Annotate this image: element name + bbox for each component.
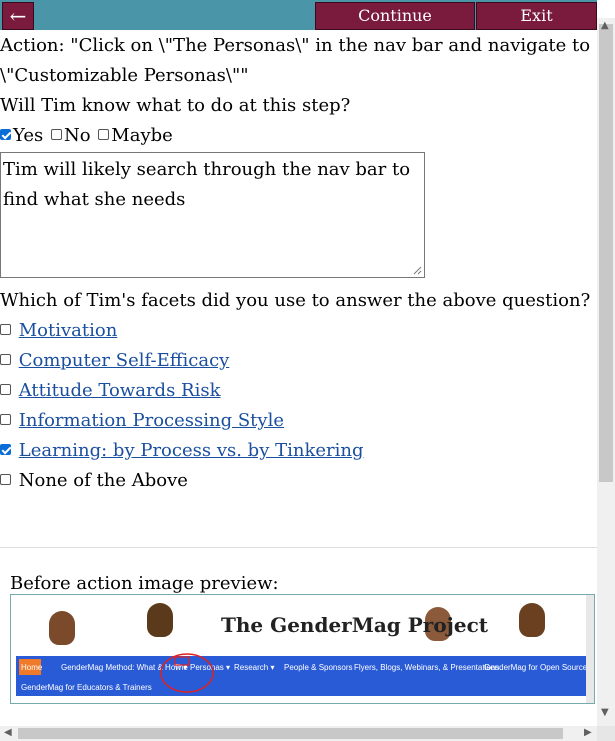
section-divider <box>0 547 597 548</box>
scroll-right-arrow-icon[interactable]: ▶ <box>584 727 592 738</box>
facet-item: Motivation <box>0 320 117 341</box>
facet-item: Attitude Towards Risk <box>0 380 221 401</box>
persona-face-icon <box>147 603 173 637</box>
facet-link-self-efficacy[interactable]: Computer Self-Efficacy <box>19 350 230 371</box>
preview-label: Before action image preview: <box>10 573 279 594</box>
before-action-image-preview: The GenderMag Project Home GenderMag Met… <box>10 594 595 704</box>
preview-scrollbar <box>586 595 594 703</box>
facet-link-learning[interactable]: Learning: by Process vs. by Tinkering <box>19 440 364 461</box>
facet-checkbox-risk[interactable] <box>0 384 11 395</box>
response-text: Tim will likely search through the nav b… <box>3 159 411 210</box>
yes-label: Yes <box>13 125 44 146</box>
vertical-scrollbar[interactable] <box>597 18 615 726</box>
maybe-checkbox[interactable] <box>98 129 110 140</box>
action-text-line-2: \"Customizable Personas\"" <box>0 65 249 86</box>
preview-nav-flyers: Flyers, Blogs, Webinars, & Presentations <box>354 663 500 672</box>
yes-checkbox[interactable] <box>0 129 11 140</box>
facet-item: Learning: by Process vs. by Tinkering <box>0 440 363 461</box>
facet-label-none: None of the Above <box>18 470 188 491</box>
preview-nav-home: Home <box>21 663 43 672</box>
persona-face-icon <box>519 603 545 637</box>
no-checkbox[interactable] <box>50 129 62 140</box>
question-text: Will Tim know what to do at this step? <box>0 95 351 116</box>
facet-checkbox-motivation[interactable] <box>0 324 11 335</box>
horizontal-scroll-thumb[interactable] <box>18 728 563 739</box>
facet-item: None of the Above <box>0 470 188 491</box>
preview-nav-open-source: GenderMag for Open Source <box>484 663 588 672</box>
back-button[interactable]: ← <box>2 2 34 30</box>
facet-link-info-processing[interactable]: Information Processing Style <box>19 410 284 431</box>
facet-checkbox-learning[interactable] <box>0 444 11 455</box>
action-text-line-1: Action: "Click on \"The Personas\" in th… <box>0 35 591 56</box>
maybe-label: Maybe <box>111 125 173 146</box>
resize-handle-icon[interactable] <box>413 266 422 275</box>
facet-checkbox-self-efficacy[interactable] <box>0 354 11 365</box>
vertical-scroll-thumb[interactable] <box>599 24 613 482</box>
annotation-circle-icon <box>160 653 214 693</box>
preview-nav-research: Research ▾ <box>234 663 275 672</box>
scrollbar-corner <box>597 726 615 741</box>
scroll-left-arrow-icon[interactable]: ◀ <box>4 727 12 738</box>
continue-button[interactable]: Continue <box>315 2 475 30</box>
exit-button[interactable]: Exit <box>476 2 597 30</box>
facet-checkbox-none[interactable] <box>0 474 11 485</box>
facet-link-motivation[interactable]: Motivation <box>19 320 118 341</box>
response-textarea[interactable]: Tim will likely search through the nav b… <box>0 152 425 278</box>
preview-nav-bar: Home GenderMag Method: What & How ▾ The … <box>16 656 588 696</box>
persona-face-icon <box>49 611 75 645</box>
scroll-up-arrow-icon[interactable]: ▲ <box>601 20 609 31</box>
scroll-down-arrow-icon[interactable]: ▼ <box>601 707 609 718</box>
facet-checkbox-info-processing[interactable] <box>0 414 11 425</box>
facet-item: Information Processing Style <box>0 410 284 431</box>
facet-item: Computer Self-Efficacy <box>0 350 229 371</box>
preview-nav-educators: GenderMag for Educators & Trainers <box>21 683 152 692</box>
no-label: No <box>63 125 91 146</box>
horizontal-scrollbar[interactable] <box>0 726 597 741</box>
facet-link-risk[interactable]: Attitude Towards Risk <box>19 380 221 401</box>
preview-site-title: The GenderMag Project <box>221 613 489 637</box>
answer-options: Yes No Maybe <box>0 125 173 146</box>
preview-nav-people: People & Sponsors <box>284 663 353 672</box>
facets-question: Which of Tim's facets did you use to ans… <box>0 290 591 311</box>
